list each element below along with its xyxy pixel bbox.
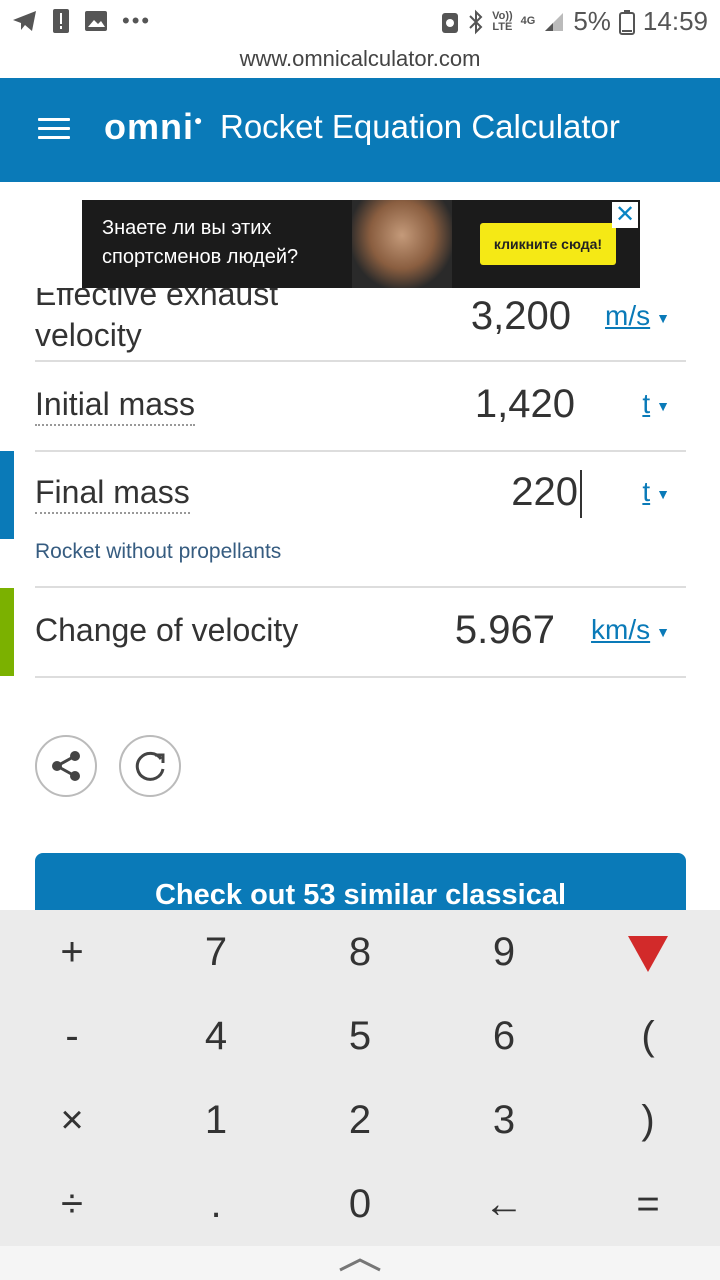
more-icon: ••• — [122, 8, 152, 33]
active-field-indicator — [0, 451, 14, 539]
menu-icon[interactable] — [38, 118, 70, 142]
key-close-paren[interactable]: ) — [576, 1078, 720, 1162]
signal-icon — [545, 12, 564, 31]
reload-icon — [135, 751, 165, 781]
text-cursor — [580, 470, 582, 519]
battery-saver-icon — [442, 12, 459, 33]
key-0[interactable]: 0 — [288, 1162, 432, 1246]
change-of-velocity-output[interactable]: 5.967 — [455, 608, 555, 653]
field-label-top: Effective exhaust — [35, 288, 279, 312]
ad-image — [352, 200, 452, 288]
share-icon — [52, 751, 80, 781]
key-multiply[interactable]: × — [0, 1078, 144, 1162]
key-6[interactable]: 6 — [432, 994, 576, 1078]
system-nav-bar — [0, 1246, 720, 1280]
initial-mass-unit-select[interactable]: t ▼ — [642, 388, 670, 420]
field-row-exhaust-velocity: Effective exhaust velocity 3,200 m/s ▼ — [35, 288, 686, 362]
key-3[interactable]: 3 — [432, 1078, 576, 1162]
field-label: velocity — [35, 317, 142, 353]
image-icon — [85, 11, 107, 31]
telegram-icon — [13, 11, 36, 31]
field-label: Final mass — [35, 472, 190, 514]
final-mass-input[interactable]: 220 — [511, 470, 582, 519]
clock: 14:59 — [642, 6, 708, 36]
key-divide[interactable]: ÷ — [0, 1162, 144, 1246]
omni-logo[interactable]: omni● — [104, 106, 203, 148]
ad-text: Знаете ли вы этих спортсменов людей? — [102, 217, 299, 268]
final-mass-hint: Rocket without propellants — [35, 540, 282, 563]
bluetooth-icon — [469, 9, 483, 34]
change-of-velocity-unit-select[interactable]: km/s ▼ — [591, 614, 670, 646]
chevron-down-icon: ▼ — [656, 623, 670, 640]
key-minus[interactable]: - — [0, 994, 144, 1078]
ad-cta-button[interactable]: кликните сюда! — [480, 223, 616, 265]
chevron-up-icon[interactable] — [336, 1254, 384, 1274]
calculator-keypad: + 7 8 9 - 4 5 6 ( × 1 2 3 ) ÷ . 0 ← = — [0, 910, 720, 1246]
final-mass-unit-select[interactable]: t ▼ — [642, 476, 670, 508]
battery-percent: 5% — [573, 6, 611, 36]
key-collapse[interactable] — [576, 910, 720, 994]
field-label: Change of velocity — [35, 612, 299, 648]
page-title: Rocket Equation Calculator — [220, 108, 620, 145]
exhaust-velocity-unit-select[interactable]: m/s ▼ — [605, 300, 670, 332]
key-2[interactable]: 2 — [288, 1078, 432, 1162]
chevron-down-icon: ▼ — [656, 397, 670, 414]
key-4[interactable]: 4 — [144, 994, 288, 1078]
key-plus[interactable]: + — [0, 910, 144, 994]
app-header: omni● Rocket Equation Calculator — [0, 78, 720, 182]
field-label: Initial mass — [35, 384, 196, 426]
ad-banner[interactable]: Знаете ли вы этих спортсменов людей? кли… — [82, 200, 640, 288]
field-row-final-mass: Final mass 220 t ▼ — [35, 452, 686, 588]
key-1[interactable]: 1 — [144, 1078, 288, 1162]
key-equals[interactable]: = — [576, 1162, 720, 1246]
network-indicator: 4G — [520, 15, 536, 27]
warning-icon — [53, 9, 69, 33]
status-bar: ••• Vo)) LTE 4G 5% 14:59 — [0, 0, 720, 44]
result-field-indicator — [0, 588, 14, 676]
field-row-initial-mass: Initial mass 1,420 t ▼ — [35, 362, 686, 452]
key-5[interactable]: 5 — [288, 994, 432, 1078]
chevron-down-icon: ▼ — [656, 485, 670, 502]
battery-icon — [618, 9, 635, 35]
key-7[interactable]: 7 — [144, 910, 288, 994]
url-bar[interactable]: www.omnicalculator.com — [0, 44, 720, 78]
volte-indicator: Vo)) LTE — [492, 9, 513, 33]
key-decimal[interactable]: . — [144, 1162, 288, 1246]
key-open-paren[interactable]: ( — [576, 994, 720, 1078]
triangle-down-icon — [628, 936, 668, 973]
key-9[interactable]: 9 — [432, 910, 576, 994]
chevron-down-icon: ▼ — [656, 309, 670, 326]
field-row-change-of-velocity: Change of velocity 5.967 km/s ▼ — [35, 588, 686, 678]
reload-button[interactable] — [119, 735, 181, 797]
ad-close-icon[interactable]: ✕ — [612, 202, 638, 228]
share-button[interactable] — [35, 735, 97, 797]
exhaust-velocity-input[interactable]: 3,200 — [471, 294, 571, 339]
key-8[interactable]: 8 — [288, 910, 432, 994]
initial-mass-input[interactable]: 1,420 — [475, 382, 575, 427]
key-backspace[interactable]: ← — [432, 1162, 576, 1246]
